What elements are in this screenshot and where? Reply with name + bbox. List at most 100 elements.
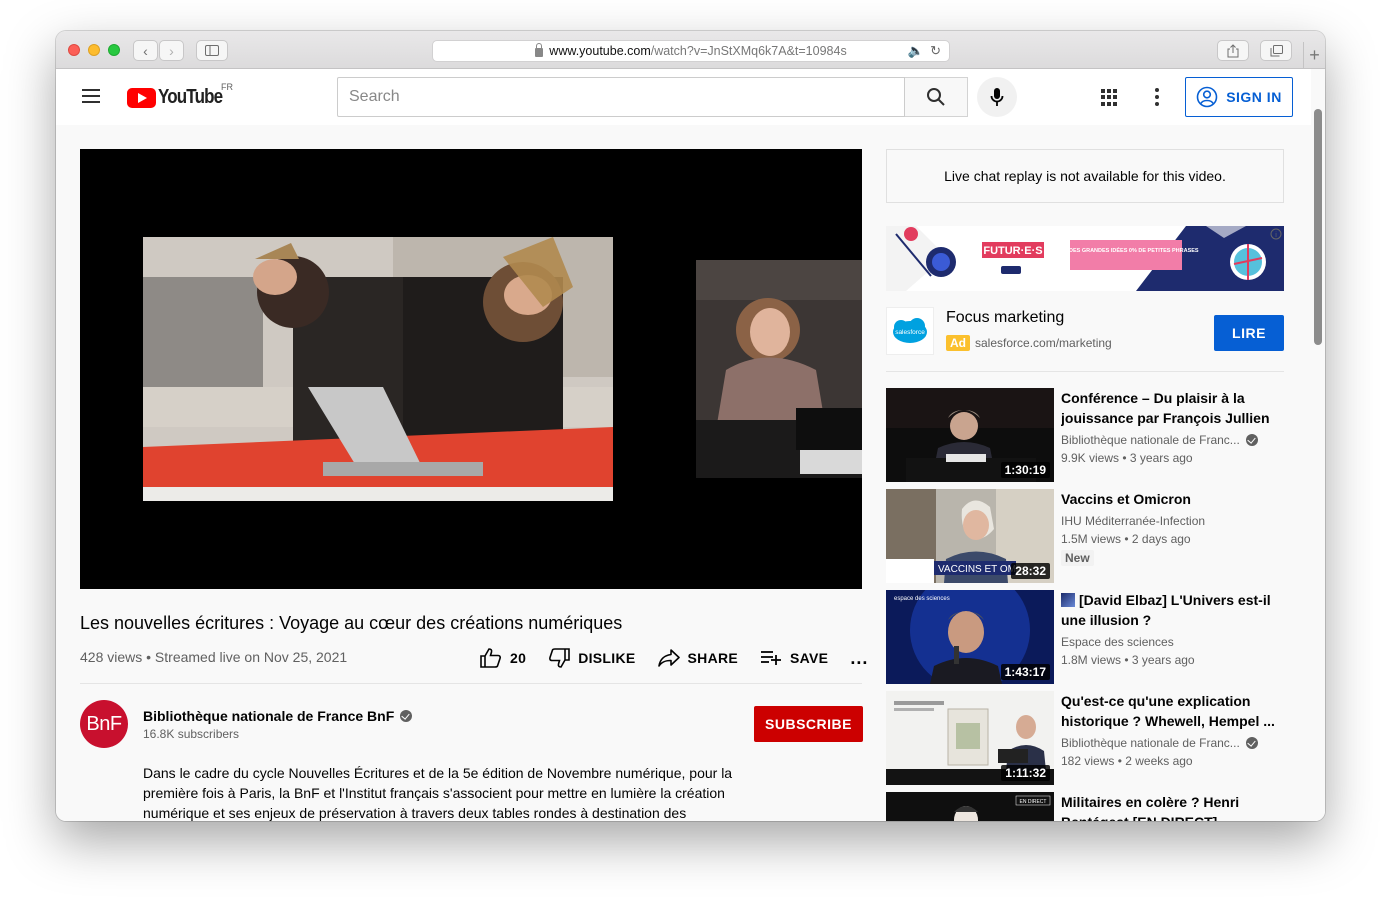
reload-icon[interactable]: ↻: [930, 43, 941, 58]
video-player[interactable]: [80, 149, 862, 589]
video-title: Les nouvelles écritures : Voyage au cœur…: [80, 613, 623, 633]
tabs-icon: [1270, 44, 1283, 56]
share-label: SHARE: [687, 650, 739, 666]
channel-name-text: Bibliothèque nationale de France BnF: [143, 708, 395, 724]
ad-badge: Ad: [946, 335, 970, 351]
channel-name[interactable]: Bibliothèque nationale de France BnF: [143, 708, 413, 724]
forward-button[interactable]: ›: [159, 40, 184, 61]
video-title: [David Elbaz] L'Univers est-il une illus…: [1061, 590, 1279, 630]
video-channel[interactable]: Bibliothèque nationale de Franc...: [1061, 433, 1258, 447]
voice-search-button[interactable]: [977, 77, 1017, 117]
tab-overview-button[interactable]: [1260, 40, 1292, 61]
salesforce-logo: salesforce: [886, 307, 934, 355]
share-arrow-icon: [657, 649, 680, 667]
recommended-video[interactable]: espace des sciences 1:43:17 [David Elbaz…: [886, 590, 1284, 684]
share-page-icon: [1227, 43, 1239, 57]
search-button[interactable]: [905, 77, 968, 117]
sign-in-label: SIGN IN: [1226, 89, 1282, 105]
minimize-window-button[interactable]: [88, 44, 100, 56]
url-host: www.youtube.com: [549, 44, 651, 58]
channel-avatar[interactable]: BnF: [80, 700, 128, 748]
ad-title: Focus marketing: [946, 309, 1065, 326]
promoted-ad[interactable]: salesforce Focus marketing Ad salesforce…: [886, 307, 1284, 357]
apps-grid-icon[interactable]: [1101, 89, 1118, 106]
youtube-logo[interactable]: YouTube FR: [127, 82, 234, 109]
channel-label: Bibliothèque nationale de Franc...: [1061, 736, 1240, 750]
share-button[interactable]: SHARE: [657, 649, 739, 667]
sidebar-toggle-button[interactable]: [196, 40, 228, 61]
channel-label: Bibliothèque nationale de Franc...: [1061, 433, 1240, 447]
video-thumbnail[interactable]: 1:11:32: [886, 691, 1054, 785]
thumbnail-caption: VACCINS ET OM: [938, 564, 1016, 575]
chevron-left-icon: ‹: [143, 42, 148, 59]
video-thumbnail[interactable]: VACCINS ET OM 28:32: [886, 489, 1054, 583]
verified-icon: [1245, 434, 1258, 446]
video-duration: 1:11:32: [1001, 765, 1050, 781]
video-thumbnail[interactable]: espace des sciences 1:43:17: [886, 590, 1054, 684]
video-duration: 1:43:17: [1000, 664, 1050, 680]
verified-icon: [400, 710, 413, 722]
ad-cta-label: LIRE: [1232, 325, 1266, 341]
video-channel[interactable]: Espace des sciences: [1061, 635, 1174, 649]
ad-banner[interactable]: FUTUR·E·S 100% DES GRANDES IDÉES 0% DE P…: [886, 226, 1284, 291]
video-meta: 428 views • Streamed live on Nov 25, 202…: [80, 649, 348, 665]
video-frame-speaker: [696, 260, 862, 478]
zoom-window-button[interactable]: [108, 44, 120, 56]
more-actions-button[interactable]: ...: [850, 648, 868, 669]
banner-brand: FUTUR·E·S: [983, 245, 1042, 257]
subscribe-button[interactable]: SUBSCRIBE: [754, 706, 863, 742]
chat-message: Live chat replay is not available for th…: [944, 168, 1226, 184]
ad-url: salesforce.com/marketing: [975, 336, 1112, 350]
thumbs-down-icon: [549, 648, 570, 668]
share-page-button[interactable]: [1217, 40, 1249, 61]
recommended-video[interactable]: VACCINS ET OM 28:32 Vaccins et Omicron I…: [886, 489, 1284, 583]
channel-label: Espace des sciences: [1061, 635, 1174, 649]
video-thumbnail[interactable]: EN DIRECT: [886, 792, 1054, 821]
like-count: 20: [510, 650, 527, 666]
video-meta: 182 views • 2 weeks ago: [1061, 754, 1193, 768]
url-path: /watch?v=JnStXMq6k7A&t=10984s: [650, 44, 847, 58]
browser-window: ‹ › www.youtube.com/watch?v=JnStXMq6k7A&…: [56, 31, 1325, 821]
new-tab-button[interactable]: +: [1303, 42, 1325, 69]
more-horizontal-icon: ...: [850, 647, 869, 668]
recommended-video[interactable]: 1:11:32 Qu'est-ce qu'une explication his…: [886, 691, 1284, 785]
settings-more-icon[interactable]: [1153, 88, 1161, 106]
back-button[interactable]: ‹: [133, 40, 158, 61]
video-title: Vaccins et Omicron: [1061, 491, 1191, 507]
thumbnail-caption: EN DIRECT: [1020, 799, 1047, 805]
divider: [80, 683, 862, 684]
channel-label: IHU Méditerranée-Infection: [1061, 514, 1206, 528]
video-channel[interactable]: Bibliothèque nationale de Franc...: [1061, 736, 1258, 750]
video-channel[interactable]: IHU Méditerranée-Infection: [1061, 514, 1205, 528]
youtube-play-icon: [127, 87, 156, 108]
recommended-video[interactable]: EN DIRECT Militaires en colère ? Henri B…: [886, 792, 1284, 821]
search-input[interactable]: [338, 78, 904, 116]
scrollbar-thumb[interactable]: [1314, 109, 1322, 345]
video-meta: 9.9K views • 3 years ago: [1061, 451, 1193, 465]
divider: [886, 371, 1284, 372]
banner-tagline: 100% DES GRANDES IDÉES 0% DE PETITES PHR…: [1053, 246, 1199, 254]
sidebar-icon: [205, 45, 219, 56]
video-meta: 1.8M views • 3 years ago: [1061, 653, 1195, 667]
save-label: SAVE: [790, 650, 829, 666]
salesforce-logo-text: salesforce: [895, 329, 925, 336]
speaker-icon[interactable]: 🔈: [908, 43, 924, 58]
close-window-button[interactable]: [68, 44, 80, 56]
dislike-button[interactable]: DISLIKE: [548, 648, 635, 668]
chevron-right-icon: ›: [169, 42, 174, 59]
recommended-video[interactable]: 1:30:19 Conférence – Du plaisir à la jou…: [886, 388, 1284, 482]
page-scrollbar[interactable]: [1311, 69, 1325, 821]
address-bar[interactable]: www.youtube.com/watch?v=JnStXMq6k7A&t=10…: [432, 40, 950, 62]
like-button[interactable]: 20: [480, 648, 526, 668]
video-thumbnail[interactable]: 1:30:19: [886, 388, 1054, 482]
live-chat-replay-notice: Live chat replay is not available for th…: [886, 149, 1284, 203]
save-button[interactable]: SAVE: [760, 650, 828, 666]
video-meta: 1.5M views • 2 days ago: [1061, 532, 1191, 546]
video-frame-main: [143, 237, 613, 501]
video-description: Dans le cadre du cycle Nouvelles Écritur…: [143, 765, 733, 821]
menu-icon[interactable]: [82, 89, 100, 103]
sign-in-button[interactable]: SIGN IN: [1185, 77, 1293, 117]
ad-cta-button[interactable]: LIRE: [1214, 315, 1284, 351]
video-title: Militaires en colère ? Henri Bentégeat […: [1061, 794, 1240, 821]
subscriber-count: 16.8K subscribers: [143, 727, 240, 741]
